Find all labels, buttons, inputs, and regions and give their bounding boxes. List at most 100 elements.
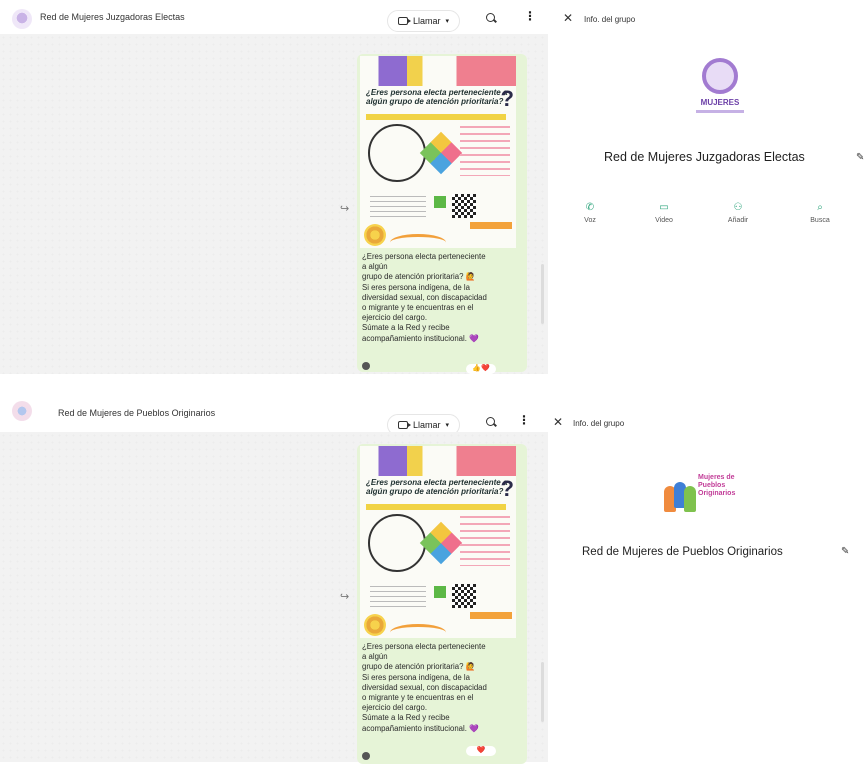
poster-banner — [360, 56, 516, 86]
video-icon: ▭ — [659, 202, 669, 213]
message-line: acompañamiento institucional. 💜 — [362, 333, 479, 343]
qr-code — [452, 194, 476, 218]
poster-bar — [366, 114, 506, 120]
poster-circle — [368, 124, 426, 182]
message-list[interactable]: ↪ ¿Eres persona electa perteneciente a a… — [0, 432, 548, 764]
chat-header: Red de Mujeres de Pueblos Originarios Ll… — [0, 392, 540, 436]
snail-graphic — [364, 614, 386, 636]
chat-title[interactable]: Red de Mujeres Juzgadoras Electas — [40, 12, 185, 22]
group-name: Red de Mujeres Juzgadoras Electas — [604, 150, 805, 164]
logo-text: MUJERES — [700, 98, 740, 107]
message-footer — [362, 752, 522, 762]
video-call-icon — [398, 17, 411, 25]
poster-text-lines — [370, 196, 426, 218]
call-label: Llamar — [413, 16, 441, 26]
edit-icon[interactable]: ✎ — [856, 152, 864, 163]
logo-figure-icon — [684, 486, 696, 512]
message-image[interactable]: ¿Eres persona electa perteneciente a alg… — [360, 446, 516, 638]
chat-header: Red de Mujeres Juzgadoras Electas Llamar… — [0, 0, 540, 34]
add-person-icon: ⚇ — [733, 202, 743, 213]
logo-text: Mujeres de Pueblos Originarios — [698, 474, 736, 497]
scrollbar[interactable] — [541, 662, 544, 722]
phone-icon: ✆ — [585, 202, 595, 213]
poster-tag — [470, 612, 512, 619]
message-bubble[interactable]: ¿Eres persona electa perteneciente a alg… — [357, 444, 527, 764]
action-bar: ✆ Voz ▭ Video ⚇ Añadir ⌕ Busca — [562, 194, 862, 244]
message-line: acompañamiento institucional. 💜 — [362, 723, 479, 733]
poster-banner — [360, 446, 516, 476]
message-line: a algún — [362, 652, 388, 662]
call-button[interactable]: Llamar ▾ — [387, 10, 461, 32]
forward-icon[interactable]: ↪ — [340, 202, 349, 215]
message-image[interactable]: ¿Eres persona electa perteneciente a alg… — [360, 56, 516, 248]
reactions-badge[interactable]: 👍❤️ — [466, 364, 496, 374]
wave-graphic — [390, 234, 446, 248]
message-bubble[interactable]: ¿Eres persona electa perteneciente a alg… — [357, 54, 527, 372]
message-list[interactable]: ↪ ¿Eres persona electa perteneciente a a… — [0, 34, 548, 374]
message-line: grupo de atención prioritaria? 🙋 — [362, 662, 476, 672]
chat-screen-pueblos-originarios: Red de Mujeres de Pueblos Originarios Ll… — [0, 392, 867, 764]
chevron-down-icon: ▾ — [445, 18, 450, 25]
action-label: Voz — [584, 217, 596, 224]
action-label: Video — [655, 217, 673, 224]
call-label: Llamar — [413, 420, 441, 430]
chat-title[interactable]: Red de Mujeres de Pueblos Originarios — [58, 408, 215, 418]
more-options-icon[interactable]: ⋮ — [524, 10, 536, 22]
reactions-badge[interactable]: ❤️ — [466, 746, 496, 756]
snail-graphic — [364, 224, 386, 246]
search-icon[interactable] — [486, 417, 495, 426]
qr-code — [452, 584, 476, 608]
message-line: ejercicio del cargo. — [362, 703, 428, 713]
message-line: o migrante y te encuentras en el — [362, 303, 474, 313]
group-avatar[interactable] — [12, 401, 32, 421]
poster-title: ¿Eres persona electa perteneciente a alg… — [366, 478, 508, 496]
action-label: Busca — [810, 217, 830, 224]
info-panel-title: Info. del grupo — [584, 15, 636, 24]
message-line: ejercicio del cargo. — [362, 313, 428, 323]
poster-side-text — [460, 516, 510, 566]
whatsapp-logo — [434, 586, 446, 598]
puzzle-graphic — [419, 131, 463, 175]
search-button[interactable]: ⌕ Busca — [792, 194, 848, 242]
edit-icon[interactable]: ✎ — [841, 546, 849, 557]
forward-icon[interactable]: ↪ — [340, 590, 349, 603]
poster-bar — [366, 504, 506, 510]
add-member-button[interactable]: ⚇ Añadir — [710, 194, 766, 242]
question-mark-graphic: ? — [500, 86, 514, 111]
more-options-icon[interactable]: ⋮ — [518, 414, 530, 426]
close-icon[interactable]: ✕ — [553, 415, 563, 429]
question-mark-graphic: ? — [500, 476, 514, 501]
group-name: Red de Mujeres de Pueblos Originarios — [582, 546, 783, 558]
close-icon[interactable]: ✕ — [563, 11, 573, 25]
poster-circle — [368, 514, 426, 572]
sender-avatar[interactable] — [362, 362, 370, 370]
wave-graphic — [390, 624, 446, 638]
puzzle-graphic — [419, 521, 463, 565]
message-line: ¿Eres persona electa perteneciente — [362, 252, 486, 261]
message-line: diversidad sexual, con discapacidad — [362, 292, 487, 302]
search-icon[interactable] — [486, 13, 495, 22]
message-line: diversidad sexual, con discapacidad — [362, 682, 487, 692]
video-call-button[interactable]: ▭ Video — [636, 194, 692, 242]
info-panel-title: Info. del grupo — [573, 419, 625, 428]
search-icon: ⌕ — [817, 202, 823, 213]
chat-screen-juzgadoras: Red de Mujeres Juzgadoras Electas Llamar… — [0, 0, 867, 378]
voice-call-button[interactable]: ✆ Voz — [562, 194, 618, 242]
action-label: Añadir — [727, 217, 749, 224]
group-avatar[interactable] — [12, 9, 32, 29]
logo-subtitle — [696, 110, 744, 113]
message-line: Súmate a la Red y recibe — [362, 323, 450, 333]
scrollbar[interactable] — [541, 264, 544, 324]
video-call-icon — [398, 421, 411, 429]
message-line: Si eres persona indígena, de la — [362, 282, 470, 292]
poster-side-text — [460, 126, 510, 176]
message-line: grupo de atención prioritaria? 🙋 — [362, 272, 476, 282]
message-footer — [362, 362, 522, 372]
poster-text-lines — [370, 586, 426, 608]
message-text: ¿Eres persona electa perteneciente a alg… — [362, 642, 522, 734]
group-profile-logo[interactable]: Mujeres de Pueblos Originarios — [664, 472, 744, 524]
message-line: ¿Eres persona electa perteneciente — [362, 642, 486, 651]
sender-avatar[interactable] — [362, 752, 370, 760]
poster-tag — [470, 222, 512, 229]
group-profile-logo[interactable]: MUJERES — [692, 58, 748, 122]
